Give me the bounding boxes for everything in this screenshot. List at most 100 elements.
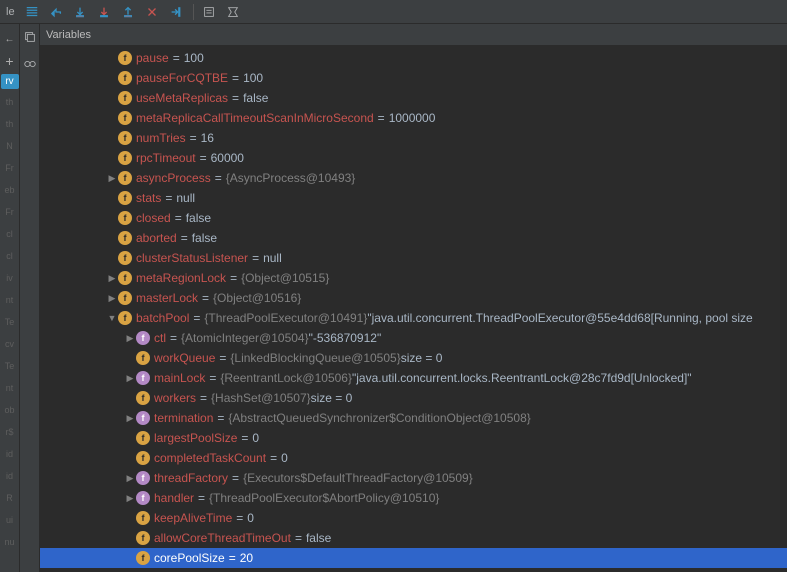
- variable-row[interactable]: ▶fworkers = {HashSet@10507} size = 0: [40, 388, 787, 408]
- variables-tree[interactable]: ▶fpause = 100▶fpauseForCQTBE = 100▶fuseM…: [40, 46, 787, 572]
- variable-name: aborted: [136, 231, 177, 245]
- variable-row[interactable]: ▶faborted = false: [40, 228, 787, 248]
- tab-inactive[interactable]: id: [1, 445, 19, 463]
- tab-inactive[interactable]: ob: [1, 401, 19, 419]
- equals-sign: =: [215, 171, 222, 185]
- tab-inactive[interactable]: Fr: [1, 159, 19, 177]
- tab-back-icon[interactable]: ←: [1, 30, 19, 48]
- variable-name: allowCoreThreadTimeOut: [154, 531, 291, 545]
- field-icon: f: [136, 551, 150, 565]
- field-icon: f: [118, 111, 132, 125]
- tab-inactive[interactable]: Te: [1, 313, 19, 331]
- variable-type: {AtomicInteger@10504}: [181, 331, 309, 345]
- variable-row[interactable]: ▶ftermination = {AbstractQueuedSynchroni…: [40, 408, 787, 428]
- variable-row[interactable]: ▶frpcTimeout = 60000: [40, 148, 787, 168]
- tab-active[interactable]: rv: [1, 74, 19, 89]
- variable-row[interactable]: ▶fmetaRegionLock = {Object@10515}: [40, 268, 787, 288]
- copy-icon[interactable]: [23, 30, 37, 47]
- variable-name: asyncProcess: [136, 171, 211, 185]
- variable-row[interactable]: ▶fclusterStatusListener = null: [40, 248, 787, 268]
- variable-name: termination: [154, 411, 213, 425]
- chevron-right-icon[interactable]: ▶: [106, 273, 118, 284]
- tab-inactive[interactable]: Te: [1, 357, 19, 375]
- chevron-right-icon[interactable]: ▶: [124, 373, 136, 384]
- variable-row[interactable]: ▶fcompletedTaskCount = 0: [40, 448, 787, 468]
- field-icon: f: [118, 171, 132, 185]
- variable-row[interactable]: ▶flargestPoolSize = 0: [40, 428, 787, 448]
- field-icon: f: [118, 131, 132, 145]
- variable-name: metaRegionLock: [136, 271, 226, 285]
- tab-add-icon[interactable]: +: [1, 52, 19, 70]
- variable-name: completedTaskCount: [154, 451, 266, 465]
- field-icon: f: [118, 191, 132, 205]
- tab-inactive[interactable]: th: [1, 115, 19, 133]
- variable-row[interactable]: ▶fnumTries = 16: [40, 128, 787, 148]
- equals-sign: =: [232, 471, 239, 485]
- variable-row[interactable]: ▶fmetaReplicaCallTimeoutScanInMicroSecon…: [40, 108, 787, 128]
- equals-sign: =: [219, 351, 226, 365]
- variable-row[interactable]: ▶fctl = {AtomicInteger@10504} "-53687091…: [40, 328, 787, 348]
- variable-row[interactable]: ▶fuseMetaReplicas = false: [40, 88, 787, 108]
- variable-row[interactable]: ▶fclosed = false: [40, 208, 787, 228]
- tab-inactive[interactable]: nt: [1, 291, 19, 309]
- chevron-right-icon[interactable]: ▶: [124, 473, 136, 484]
- evaluate-icon[interactable]: [198, 1, 220, 23]
- tab-inactive[interactable]: N: [1, 137, 19, 155]
- tab-inactive[interactable]: eb: [1, 181, 19, 199]
- return-icon[interactable]: [45, 1, 67, 23]
- trace-icon[interactable]: [222, 1, 244, 23]
- tab-inactive[interactable]: cl: [1, 225, 19, 243]
- glasses-icon[interactable]: [23, 57, 37, 74]
- run-to-cursor-icon[interactable]: [165, 1, 187, 23]
- variable-row[interactable]: ▶fworkQueue = {LinkedBlockingQueue@10505…: [40, 348, 787, 368]
- tab-inactive[interactable]: cl: [1, 247, 19, 265]
- variable-value: false: [306, 531, 331, 545]
- chevron-right-icon[interactable]: ▶: [106, 293, 118, 304]
- variable-row[interactable]: ▶fpause = 100: [40, 48, 787, 68]
- chevron-right-icon[interactable]: ▶: [124, 493, 136, 504]
- variables-panel: Variables ▶fpause = 100▶fpauseForCQTBE =…: [40, 24, 787, 572]
- variable-string-value: "java.util.concurrent.locks.ReentrantLoc…: [352, 371, 692, 385]
- tab-inactive[interactable]: th: [1, 93, 19, 111]
- step-into-icon[interactable]: [93, 1, 115, 23]
- chevron-down-icon[interactable]: ▼: [106, 313, 118, 323]
- tab-inactive[interactable]: r$: [1, 423, 19, 441]
- tab-inactive[interactable]: nu: [1, 533, 19, 551]
- chevron-right-icon[interactable]: ▶: [106, 173, 118, 184]
- equals-sign: =: [190, 131, 197, 145]
- variable-row[interactable]: ▶fallowCoreThreadTimeOut = false: [40, 528, 787, 548]
- variable-row[interactable]: ▶fkeepAliveTime = 0: [40, 508, 787, 528]
- chevron-right-icon[interactable]: ▶: [124, 413, 136, 424]
- equals-sign: =: [181, 231, 188, 245]
- field-private-icon: f: [136, 471, 150, 485]
- field-private-icon: f: [136, 411, 150, 425]
- drop-frame-icon[interactable]: [141, 1, 163, 23]
- variable-type: {Object@10516}: [213, 291, 301, 305]
- equals-sign: =: [378, 111, 385, 125]
- tab-inactive[interactable]: ui: [1, 511, 19, 529]
- variable-name: clusterStatusListener: [136, 251, 248, 265]
- variable-row[interactable]: ▶fhandler = {ThreadPoolExecutor$AbortPol…: [40, 488, 787, 508]
- tab-inactive[interactable]: iv: [1, 269, 19, 287]
- variable-row[interactable]: ▼fbatchPool = {ThreadPoolExecutor@10491}…: [40, 308, 787, 328]
- list-icon[interactable]: [21, 1, 43, 23]
- variable-type: {Executors$DefaultThreadFactory@10509}: [243, 471, 473, 485]
- tab-inactive[interactable]: R: [1, 489, 19, 507]
- variable-row[interactable]: ▶fstats = null: [40, 188, 787, 208]
- tab-inactive[interactable]: cv: [1, 335, 19, 353]
- variable-row[interactable]: ▶fpauseForCQTBE = 100: [40, 68, 787, 88]
- variable-row[interactable]: ▶fthreadFactory = {Executors$DefaultThre…: [40, 468, 787, 488]
- variable-row[interactable]: ▶fmainLock = {ReentrantLock@10506} "java…: [40, 368, 787, 388]
- equals-sign: =: [165, 191, 172, 205]
- equals-sign: =: [229, 551, 236, 565]
- step-out-icon[interactable]: [117, 1, 139, 23]
- tab-inactive[interactable]: Fr: [1, 203, 19, 221]
- tab-inactive[interactable]: id: [1, 467, 19, 485]
- variable-row[interactable]: ▶fcorePoolSize = 20: [40, 548, 787, 568]
- variable-name: mainLock: [154, 371, 205, 385]
- chevron-right-icon[interactable]: ▶: [124, 333, 136, 344]
- step-over-icon[interactable]: [69, 1, 91, 23]
- variable-row[interactable]: ▶fmasterLock = {Object@10516}: [40, 288, 787, 308]
- variable-row[interactable]: ▶fasyncProcess = {AsyncProcess@10493}: [40, 168, 787, 188]
- tab-inactive[interactable]: nt: [1, 379, 19, 397]
